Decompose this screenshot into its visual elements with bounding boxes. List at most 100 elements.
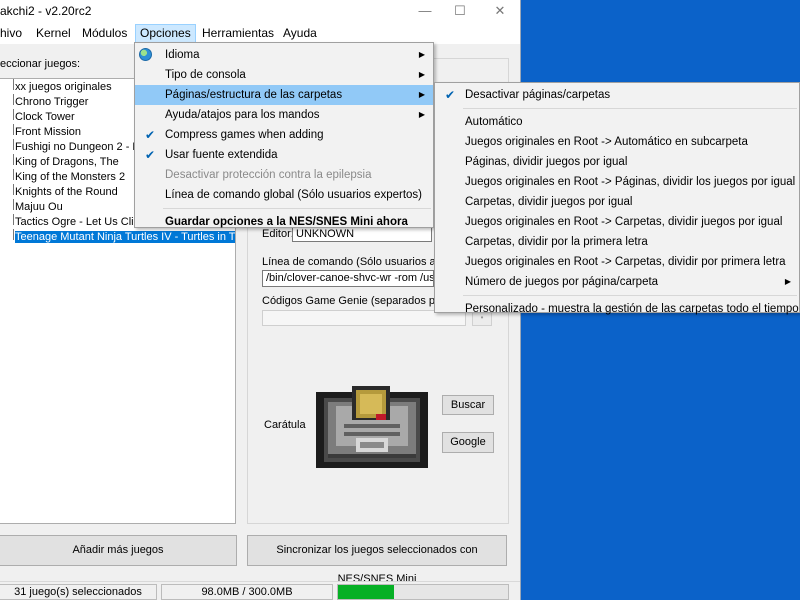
game-name: Clock Tower	[15, 111, 75, 123]
sync-games-button[interactable]: Sincronizar los juegos seleccionados con…	[247, 535, 507, 585]
minimize-icon[interactable]: —	[410, 0, 440, 22]
checkmark-icon: ✔	[444, 88, 456, 102]
storage-size-status: 98.0MB / 300.0MB	[161, 584, 333, 600]
storage-progress-bar	[337, 584, 509, 600]
search-button[interactable]: Buscar	[442, 395, 494, 415]
submenu-arrow-icon: ▶	[418, 70, 425, 79]
menu-item-label: Personalizado - muestra la gestión de la…	[465, 303, 799, 315]
folders-item-carpetas-dividir-por-la-primera-letra[interactable]: Carpetas, dividir por la primera letra	[435, 232, 799, 252]
menu-item-label: Carpetas, dividir por la primera letra	[465, 236, 648, 248]
checkmark-icon: ✔	[144, 148, 156, 162]
submenu-arrow-icon: ▶	[418, 110, 425, 119]
menu-item-label: Número de juegos por página/carpeta	[465, 276, 659, 288]
game-name: Knights of the Round	[15, 186, 118, 198]
cmdline-label: Línea de comando (Sólo usuarios avanz	[262, 256, 459, 268]
menu-item-label: Desactivar protección contra la epilepsi…	[165, 169, 372, 181]
menu-item-label: Páginas, dividir juegos por igual	[465, 156, 628, 168]
folders-item-carpetas-dividir-juegos-por-igual[interactable]: Carpetas, dividir juegos por igual	[435, 192, 799, 212]
game-checkbox[interactable]	[5, 109, 14, 120]
title-bar[interactable]: akchi2 - v2.20rc2 — ☐ ✕	[0, 0, 520, 22]
close-icon[interactable]: ✕	[485, 0, 515, 22]
folders-submenu: ✔ Desactivar páginas/carpetas Automático Ju…	[434, 82, 800, 315]
menu-item-label: Guardar opciones a la NES/SNES Mini ahor…	[165, 216, 408, 228]
menu-item-label: Idioma	[165, 49, 200, 61]
opciones-item-guardar-opciones-a-la-nes-snes-mini-ahor[interactable]: Guardar opciones a la NES/SNES Mini ahor…	[135, 212, 433, 232]
game-name: Teenage Mutant Ninja Turtles IV - Turtle…	[15, 231, 235, 243]
opciones-dropdown-menu: Idioma ▶ Tipo de consola ▶ Páginas/estructur…	[134, 42, 434, 228]
submenu-arrow-icon: ▶	[418, 50, 425, 59]
opciones-item-desactivar-proteccion-contra-la-epilepsi: Desactivar protección contra la epilepsi…	[135, 165, 433, 185]
menu-item-label: Juegos originales en Root -> Carpetas, d…	[465, 256, 786, 268]
folders-item-juegos-originales-en-root-carpetas-divid[interactable]: Juegos originales en Root -> Carpetas, d…	[435, 252, 799, 272]
menu-item-label: Línea de comando global (Sólo usuarios e…	[165, 189, 422, 201]
menu-opciones[interactable]: Opciones	[135, 24, 196, 43]
folders-item-desactivar-paginas-carpetas[interactable]: ✔ Desactivar páginas/carpetas	[435, 85, 799, 105]
opciones-item-idioma[interactable]: Idioma ▶	[135, 45, 433, 65]
menu-item-label: Carpetas, dividir juegos por igual	[465, 196, 633, 208]
folders-item-paginas-dividir-juegos-por-igual[interactable]: Páginas, dividir juegos por igual	[435, 152, 799, 172]
menu-item-label: Páginas/estructura de las carpetas	[165, 89, 343, 101]
menu-separator	[163, 208, 431, 209]
menu-item-label: Usar fuente extendida	[165, 149, 278, 161]
menu-item-label: Automático	[465, 116, 523, 128]
window-title: akchi2 - v2.20rc2	[0, 4, 92, 18]
menu-separator	[463, 295, 797, 296]
add-more-games-button[interactable]: Añadir más juegos	[0, 535, 237, 566]
cmdline-field[interactable]: /bin/clover-canoe-shvc-wr -rom /usr/sha	[262, 270, 434, 287]
game-checkbox[interactable]	[5, 154, 14, 165]
game-checkbox[interactable]	[5, 199, 14, 210]
menu-item-label: Juegos originales en Root -> Automático …	[465, 136, 748, 148]
maximize-icon[interactable]: ☐	[445, 0, 475, 22]
game-name: King of the Monsters 2	[15, 171, 126, 183]
opciones-item-usar-fuente-extendida[interactable]: ✔ Usar fuente extendida	[135, 145, 433, 165]
game-checkbox[interactable]	[5, 184, 14, 195]
menu-archivo[interactable]: hivo	[0, 25, 22, 42]
google-button[interactable]: Google	[442, 432, 494, 453]
folders-item-numero-de-juegos-por-pagina-carpeta[interactable]: Número de juegos por página/carpeta ▶	[435, 272, 799, 292]
game-checkbox[interactable]	[5, 229, 14, 240]
game-list-label: eccionar juegos:	[0, 58, 81, 70]
selected-count-status: 31 juego(s) seleccionados	[0, 584, 157, 600]
checkmark-icon: ✔	[144, 128, 156, 142]
game-checkbox[interactable]	[5, 169, 14, 180]
menu-item-label: Compress games when adding	[165, 129, 324, 141]
menu-separator	[463, 108, 797, 109]
menu-bar: hivo Kernel Módulos Opciones Herramienta…	[0, 22, 520, 44]
folders-item-juegos-originales-en-root-carpetas-divid[interactable]: Juegos originales en Root -> Carpetas, d…	[435, 212, 799, 232]
folders-item-personalizado-muestra-la-gestion-de-las-[interactable]: Personalizado - muestra la gestión de la…	[435, 299, 799, 319]
opciones-item-tipo-de-consola[interactable]: Tipo de consola ▶	[135, 65, 433, 85]
game-name: Majuu Ou	[15, 201, 63, 213]
submenu-arrow-icon: ▶	[418, 90, 425, 99]
menu-ayuda[interactable]: Ayuda	[283, 25, 317, 42]
cover-art-image[interactable]	[314, 384, 430, 470]
game-name: Chrono Trigger	[15, 96, 89, 108]
folders-item-juegos-originales-en-root-automatico-en-[interactable]: Juegos originales en Root -> Automático …	[435, 132, 799, 152]
folders-item-automatico[interactable]: Automático	[435, 112, 799, 132]
folders-item-juegos-originales-en-root-paginas-dividi[interactable]: Juegos originales en Root -> Páginas, di…	[435, 172, 799, 192]
status-bar: 31 juego(s) seleccionados 98.0MB / 300.0…	[0, 581, 520, 600]
globe-icon	[139, 48, 152, 61]
game-name: xx juegos originales	[15, 81, 112, 93]
opciones-item-paginas-estructura-de-las-carpetas[interactable]: Páginas/estructura de las carpetas ▶	[135, 85, 433, 105]
menu-item-label: Tipo de consola	[165, 69, 246, 81]
menu-item-label: Ayuda/atajos para los mandos	[165, 109, 320, 121]
opciones-item-linea-de-comando-global-solo-usuarios-ex[interactable]: Línea de comando global (Sólo usuarios e…	[135, 185, 433, 205]
cover-label: Carátula	[264, 419, 306, 431]
game-checkbox[interactable]	[5, 94, 14, 105]
storage-progress-fill	[338, 585, 394, 599]
menu-modulos[interactable]: Módulos	[82, 25, 127, 42]
game-name: Front Mission	[15, 126, 82, 138]
game-checkbox[interactable]	[5, 79, 14, 90]
opciones-item-compress-games-when-adding[interactable]: ✔ Compress games when adding	[135, 125, 433, 145]
game-name: King of Dragons, The	[15, 156, 119, 168]
menu-item-label: Juegos originales en Root -> Páginas, di…	[465, 176, 796, 188]
game-checkbox[interactable]	[5, 214, 14, 225]
menu-item-label: Desactivar páginas/carpetas	[465, 89, 611, 101]
game-checkbox[interactable]	[5, 139, 14, 150]
opciones-item-ayuda-atajos-para-los-mandos[interactable]: Ayuda/atajos para los mandos ▶	[135, 105, 433, 125]
menu-kernel[interactable]: Kernel	[36, 25, 71, 42]
submenu-arrow-icon: ▶	[784, 277, 791, 286]
game-checkbox[interactable]	[5, 124, 14, 135]
menu-item-label: Juegos originales en Root -> Carpetas, d…	[465, 216, 783, 228]
menu-herramientas[interactable]: Herramientas	[202, 25, 274, 42]
